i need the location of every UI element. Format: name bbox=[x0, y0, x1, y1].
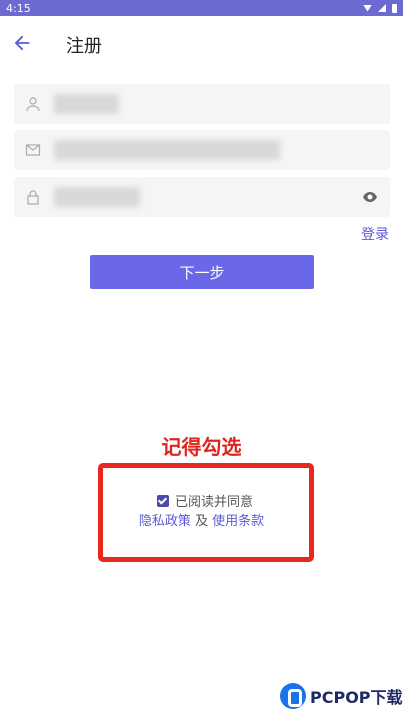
status-icons bbox=[363, 3, 397, 13]
email-value: █████████████████████ bbox=[54, 140, 281, 160]
watermark-text: PCPOP下载 bbox=[310, 688, 403, 707]
signal-icon bbox=[378, 4, 386, 12]
back-arrow-icon[interactable] bbox=[11, 32, 33, 54]
login-link[interactable]: 登录 bbox=[361, 224, 389, 244]
username-value: ██████ bbox=[54, 94, 119, 114]
watermark-logo: PCPOP下载 bbox=[280, 683, 403, 709]
and-text: 及 bbox=[190, 514, 213, 529]
password-value: ████████ bbox=[54, 187, 141, 207]
next-step-button[interactable]: 下一步 bbox=[90, 255, 314, 289]
wifi-icon bbox=[363, 4, 372, 12]
user-icon bbox=[26, 97, 40, 112]
page-title: 注册 bbox=[66, 36, 102, 57]
eye-icon[interactable] bbox=[362, 189, 378, 205]
header: 注册 bbox=[0, 24, 403, 64]
agreement-text: 已阅读并同意 bbox=[175, 495, 254, 510]
reminder-annotation: 记得勾选 bbox=[161, 435, 242, 459]
username-field[interactable]: ██████ bbox=[14, 84, 390, 124]
terms-link[interactable]: 使用条款 bbox=[212, 514, 264, 529]
privacy-policy-link[interactable]: 隐私政策 bbox=[139, 514, 191, 529]
agreement-row[interactable]: 已阅读并同意 bbox=[157, 491, 253, 510]
lock-icon bbox=[27, 190, 39, 205]
battery-icon bbox=[392, 3, 397, 13]
status-bar: 4:15 bbox=[0, 0, 403, 16]
policy-links: 隐私政策 及 使用条款 bbox=[0, 510, 403, 529]
status-time: 4:15 bbox=[6, 1, 31, 15]
pcpop-logo-icon bbox=[280, 683, 306, 709]
agreement-checkbox[interactable] bbox=[157, 494, 169, 507]
email-field[interactable]: █████████████████████ bbox=[14, 130, 390, 170]
password-field[interactable]: ████████ bbox=[14, 177, 390, 217]
mail-icon bbox=[25, 144, 41, 156]
